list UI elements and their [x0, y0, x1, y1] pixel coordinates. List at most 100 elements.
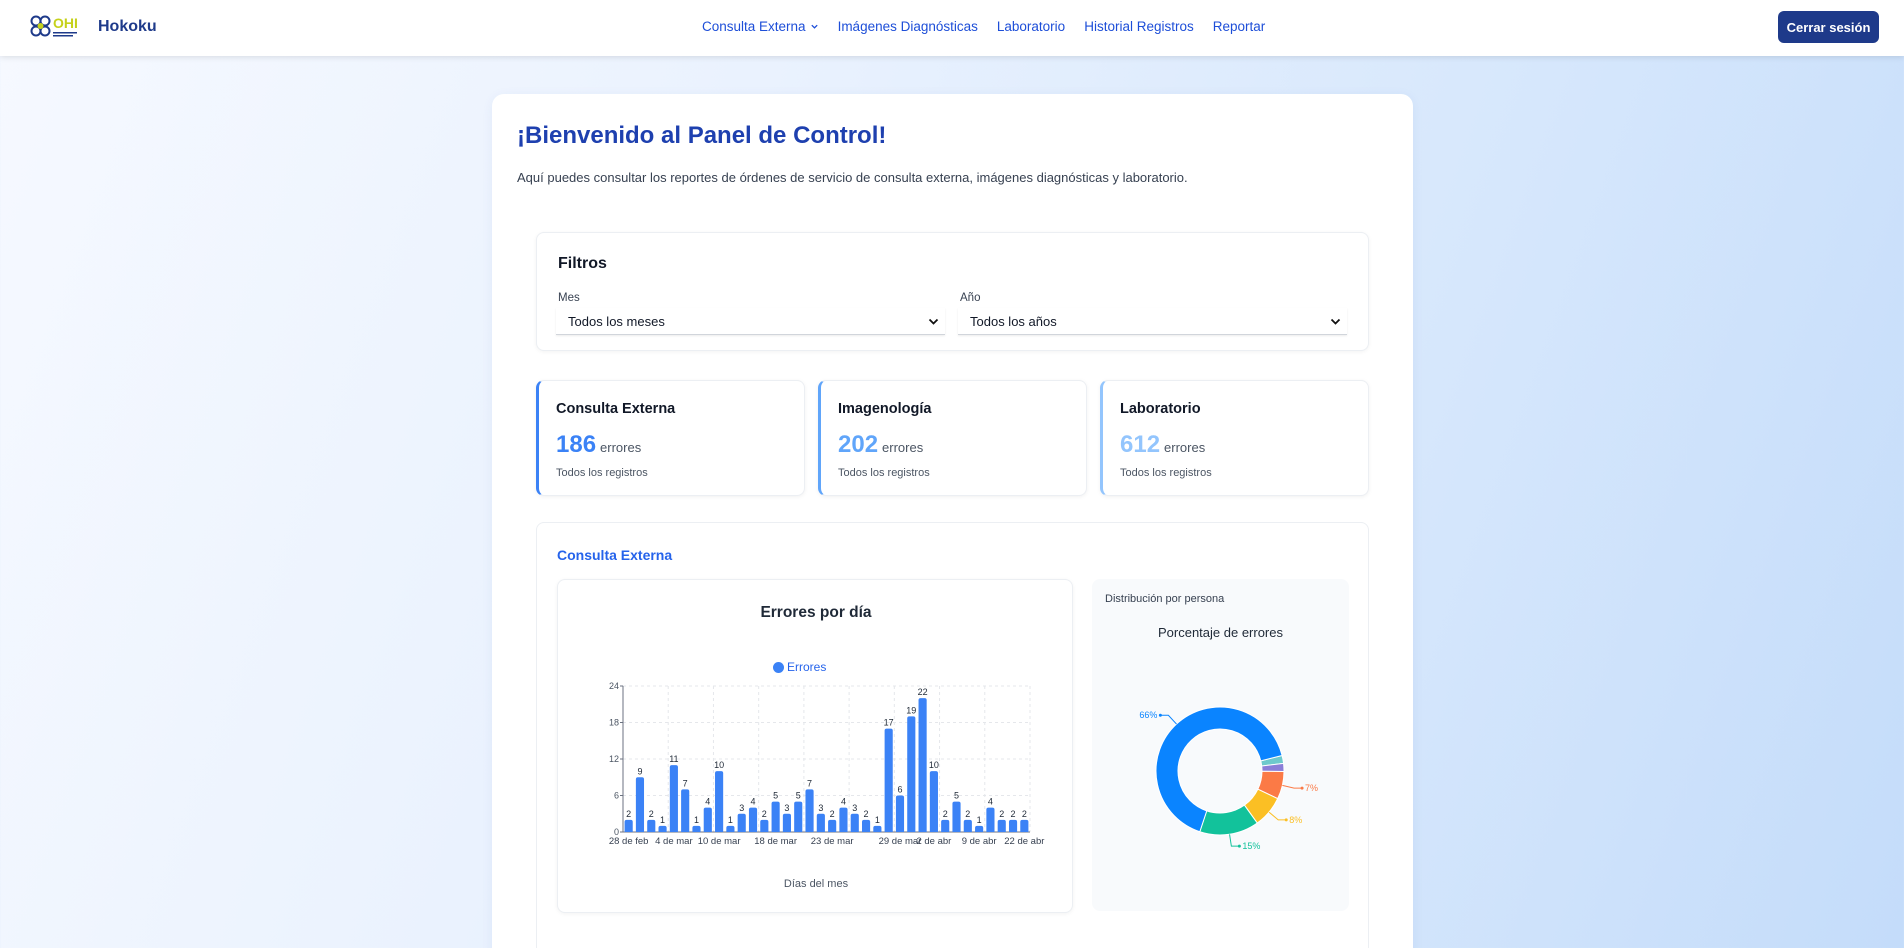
bar[interactable]: [794, 801, 803, 832]
bar[interactable]: [941, 819, 950, 832]
ohi-logo: OHI: [28, 12, 88, 42]
bar-value-label: 9: [637, 766, 642, 776]
bar[interactable]: [692, 825, 701, 832]
nav-reportar[interactable]: Reportar: [1213, 19, 1266, 34]
bar[interactable]: [1008, 819, 1018, 832]
bar[interactable]: [737, 813, 746, 832]
bar[interactable]: [681, 789, 690, 832]
svg-text:OHI: OHI: [53, 15, 78, 31]
bar[interactable]: [1020, 819, 1029, 832]
x-tick-label: 4 de mar: [655, 836, 693, 847]
bar[interactable]: [726, 825, 735, 832]
bar-value-label: 4: [705, 797, 710, 807]
bar[interactable]: [929, 771, 938, 832]
legend-dot-icon: [773, 661, 784, 673]
bar-value-label: 2: [864, 809, 869, 819]
distribution-card: 7% 8% 15% 66% Distribución por persona Porc…: [1092, 579, 1349, 911]
x-tick-label: 10 de mar: [698, 836, 741, 847]
x-tick-label: 29 de mar: [879, 836, 922, 847]
nav-imagenes-diagnosticas[interactable]: Imágenes Diagnósticas: [838, 19, 978, 34]
slice-percent-label: 15%: [1242, 841, 1260, 851]
bar[interactable]: [918, 698, 927, 832]
bar[interactable]: [715, 771, 724, 832]
bar[interactable]: [805, 789, 814, 832]
dashboard-panel: ¡Bienvenido al Panel de Control! Aquí pu…: [492, 94, 1413, 948]
filters-title: Filtros: [558, 255, 607, 272]
x-tick-label: 22 de abr: [1004, 836, 1044, 847]
page-title: ¡Bienvenido al Panel de Control!: [517, 122, 887, 149]
bar-value-label: 2: [1022, 809, 1027, 819]
bar-value-label: 1: [694, 815, 699, 825]
label-leader-line: [1268, 811, 1287, 821]
page-intro: Aquí puedes consultar los reportes de ór…: [517, 170, 1188, 185]
bar[interactable]: [760, 819, 769, 832]
bar[interactable]: [669, 765, 678, 832]
bar-value-label: 3: [739, 803, 744, 813]
bar[interactable]: [850, 813, 859, 832]
month-select[interactable]: Todos los meses: [556, 308, 945, 335]
bar-value-label: 1: [977, 815, 982, 825]
bar-value-label: 5: [954, 791, 959, 801]
bar-value-label: 2: [943, 809, 948, 819]
brand-name: Hokoku: [98, 18, 157, 35]
label-leader-dot: [1158, 713, 1162, 717]
bar[interactable]: [647, 819, 656, 832]
bar[interactable]: [782, 813, 792, 832]
bar-value-label: 2: [626, 809, 631, 819]
stat-subtitle: Todos los registros: [556, 467, 648, 479]
bar[interactable]: [997, 819, 1006, 832]
stat-card-consulta-externa: Consulta Externa 186 errores Todos los re…: [536, 380, 805, 496]
bar[interactable]: [907, 716, 916, 832]
bar[interactable]: [658, 825, 667, 832]
slice-percent-label: 66%: [1139, 710, 1157, 720]
bar-value-label: 1: [660, 815, 665, 825]
bar-value-label: 2: [830, 809, 835, 819]
label-leader-line: [1229, 834, 1240, 847]
stat-title: Imagenología: [838, 401, 932, 417]
year-select[interactable]: Todos los años: [958, 308, 1347, 335]
bar[interactable]: [828, 819, 837, 832]
bar-value-label: 3: [784, 803, 789, 813]
chart-legend[interactable]: Errores: [773, 660, 826, 674]
bar[interactable]: [986, 807, 995, 832]
bar[interactable]: [861, 819, 871, 832]
bar-value-label: 5: [796, 791, 801, 801]
bar-value-label: 22: [918, 687, 928, 697]
bar-value-label: 4: [841, 797, 846, 807]
bar[interactable]: [975, 825, 984, 832]
x-tick-label: 18 de mar: [754, 836, 797, 847]
bar-value-label: 1: [728, 815, 733, 825]
bar[interactable]: [873, 825, 882, 832]
month-select-value: Todos los meses: [568, 313, 665, 329]
bar[interactable]: [771, 801, 780, 832]
bar-value-label: 17: [884, 718, 894, 728]
bar[interactable]: [635, 777, 645, 832]
month-label: Mes: [558, 292, 580, 304]
main-nav: Consulta Externa Imágenes Diagnósticas L…: [702, 19, 1265, 34]
brand[interactable]: OHI Hokoku: [28, 12, 157, 42]
bar-value-label: 4: [751, 797, 756, 807]
bar[interactable]: [895, 795, 905, 833]
bar[interactable]: [952, 801, 961, 832]
bar-value-label: 1: [875, 815, 880, 825]
bar[interactable]: [748, 807, 758, 832]
bar[interactable]: [839, 807, 848, 832]
bar-value-label: 7: [683, 778, 688, 788]
y-tick-label: 6: [614, 791, 619, 801]
stat-number: 186: [556, 431, 597, 458]
nav-consulta-externa[interactable]: Consulta Externa: [702, 19, 819, 34]
stat-unit: errores: [1164, 440, 1206, 455]
nav-laboratorio[interactable]: Laboratorio: [997, 19, 1065, 34]
bar[interactable]: [624, 819, 633, 832]
nav-historial-registros[interactable]: Historial Registros: [1084, 19, 1194, 34]
bar[interactable]: [816, 813, 825, 832]
stat-unit: errores: [882, 440, 924, 455]
legend-label: Errores: [787, 660, 827, 674]
bar[interactable]: [703, 807, 712, 832]
top-navbar: OHI Hokoku Consulta Externa Imágenes Dia…: [0, 0, 1904, 56]
errors-per-day-card: 0 6 12 18 24 2 9 2 1 11 7 1 4 10 1 3 4 2 5 3 5 7 3 2 4 3 2 1 17 6 19 22…: [557, 579, 1073, 913]
bar[interactable]: [884, 728, 893, 832]
logout-button[interactable]: Cerrar sesión: [1778, 11, 1879, 43]
stat-number: 202: [838, 431, 879, 458]
bar[interactable]: [963, 819, 972, 832]
